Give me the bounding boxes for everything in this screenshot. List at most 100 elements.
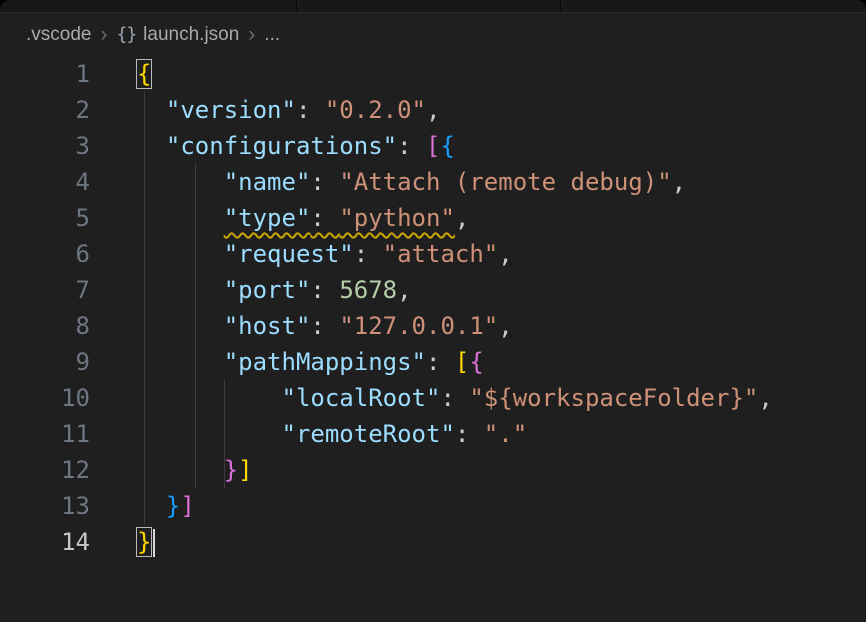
code-token: {	[440, 132, 454, 160]
code-text[interactable]: "host": "127.0.0.1",	[90, 308, 513, 344]
breadcrumb-item-file[interactable]: {} launch.json	[116, 24, 239, 46]
code-token: ]	[238, 456, 252, 484]
line-number[interactable]: 4	[0, 164, 90, 200]
code-token: ,	[455, 204, 469, 232]
code-token: :	[310, 168, 339, 196]
code-token: :	[310, 204, 339, 232]
line-number[interactable]: 14	[0, 524, 90, 560]
code-token: :	[426, 348, 455, 376]
code-token: "."	[484, 420, 527, 448]
code-text[interactable]: "request": "attach",	[90, 236, 513, 272]
code-token: "type"	[224, 204, 311, 232]
code-token: :	[354, 240, 383, 268]
code-token	[137, 312, 224, 340]
breadcrumb-separator: ›	[100, 24, 107, 45]
code-line[interactable]: 4 "name": "Attach (remote debug)",	[0, 164, 866, 200]
code-line[interactable]: 10 "localRoot": "${workspaceFolder}",	[0, 380, 866, 416]
code-text[interactable]: "localRoot": "${workspaceFolder}",	[90, 380, 773, 416]
code-token: }	[137, 528, 151, 556]
code-line[interactable]: 14}	[0, 524, 866, 560]
line-number[interactable]: 10	[0, 380, 90, 416]
code-text[interactable]: "pathMappings": [{	[90, 344, 484, 380]
code-token: "0.2.0"	[325, 96, 426, 124]
line-number[interactable]: 5	[0, 200, 90, 236]
code-token: :	[296, 96, 325, 124]
code-token: }	[166, 492, 180, 520]
code-token: }	[224, 456, 238, 484]
code-token	[137, 132, 166, 160]
code-token: "127.0.0.1"	[339, 312, 498, 340]
code-token: "host"	[224, 312, 311, 340]
code-token	[137, 168, 224, 196]
code-token: ,	[426, 96, 440, 124]
editor[interactable]: 1{2 "version": "0.2.0",3 "configurations…	[0, 56, 866, 560]
code-line[interactable]: 9 "pathMappings": [{	[0, 344, 866, 380]
tab-separator	[296, 0, 297, 12]
code-token: "${workspaceFolder}"	[469, 384, 758, 412]
code-token: "remoteRoot"	[282, 420, 455, 448]
code-line[interactable]: 5 "type": "python",	[0, 200, 866, 236]
code-token: {	[469, 348, 483, 376]
code-line[interactable]: 7 "port": 5678,	[0, 272, 866, 308]
code-text[interactable]: "configurations": [{	[90, 128, 455, 164]
vscode-window: .vscode › {} launch.json › ... 1{2 "vers…	[0, 0, 866, 622]
line-number[interactable]: 8	[0, 308, 90, 344]
line-number[interactable]: 3	[0, 128, 90, 164]
breadcrumb: .vscode › {} launch.json › ...	[0, 13, 866, 56]
code-text[interactable]: "version": "0.2.0",	[90, 92, 440, 128]
code-token	[137, 456, 224, 484]
code-token	[137, 240, 224, 268]
code-token: ]	[180, 492, 194, 520]
code-token: ,	[498, 240, 512, 268]
code-token: "port"	[224, 276, 311, 304]
code-token	[137, 420, 282, 448]
code-token: :	[455, 420, 484, 448]
code-token: "request"	[224, 240, 354, 268]
code-line[interactable]: 1{	[0, 56, 866, 92]
code-token: 5678	[339, 276, 397, 304]
code-token: "version"	[166, 96, 296, 124]
tab-bar-strip	[0, 0, 866, 13]
code-text[interactable]: "type": "python",	[90, 200, 469, 236]
line-number[interactable]: 2	[0, 92, 90, 128]
code-token: ,	[397, 276, 411, 304]
code-text[interactable]: }]	[90, 452, 253, 488]
code-line[interactable]: 3 "configurations": [{	[0, 128, 866, 164]
code-line[interactable]: 11 "remoteRoot": "."	[0, 416, 866, 452]
code-text[interactable]: "name": "Attach (remote debug)",	[90, 164, 686, 200]
breadcrumb-item-folder[interactable]: .vscode	[26, 24, 91, 46]
code-token: "name"	[224, 168, 311, 196]
code-token: "configurations"	[166, 132, 397, 160]
code-token: :	[310, 312, 339, 340]
code-text[interactable]: }	[90, 524, 155, 560]
code-line[interactable]: 6 "request": "attach",	[0, 236, 866, 272]
code-token: :	[440, 384, 469, 412]
line-number[interactable]: 11	[0, 416, 90, 452]
code-token: [	[426, 132, 440, 160]
code-line[interactable]: 2 "version": "0.2.0",	[0, 92, 866, 128]
line-number[interactable]: 1	[0, 56, 90, 92]
code-token: "python"	[339, 204, 455, 232]
code-token: ,	[498, 312, 512, 340]
code-token: [	[455, 348, 469, 376]
code-token: "Attach (remote debug)"	[339, 168, 671, 196]
code-text[interactable]: "remoteRoot": "."	[90, 416, 527, 452]
line-number[interactable]: 13	[0, 488, 90, 524]
breadcrumb-item-symbols[interactable]: ...	[264, 24, 280, 46]
line-number[interactable]: 9	[0, 344, 90, 380]
code-text[interactable]: "port": 5678,	[90, 272, 412, 308]
code-token: :	[310, 276, 339, 304]
code-token: ,	[758, 384, 772, 412]
code-text[interactable]: }]	[90, 488, 195, 524]
line-number[interactable]: 7	[0, 272, 90, 308]
code-line[interactable]: 8 "host": "127.0.0.1",	[0, 308, 866, 344]
code-line[interactable]: 12 }]	[0, 452, 866, 488]
code-token	[137, 492, 166, 520]
code-token	[137, 276, 224, 304]
code-token	[137, 204, 224, 232]
line-number[interactable]: 12	[0, 452, 90, 488]
code-line[interactable]: 13 }]	[0, 488, 866, 524]
text-cursor	[153, 529, 155, 557]
code-text[interactable]: {	[90, 56, 151, 92]
line-number[interactable]: 6	[0, 236, 90, 272]
